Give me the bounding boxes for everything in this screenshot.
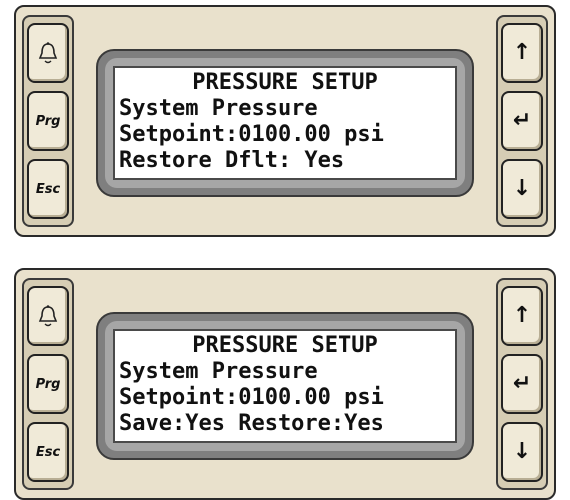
- left-keypad: Prg Esc: [22, 15, 74, 227]
- lcd-line-1: PRESSURE SETUP: [192, 70, 378, 95]
- esc-button[interactable]: Esc: [27, 159, 69, 219]
- down-arrow-icon: ↓: [512, 176, 532, 201]
- prg-button[interactable]: Prg: [27, 91, 69, 151]
- lcd-bezel: PRESSURE SETUP System Pressure Setpoint:…: [96, 312, 474, 460]
- up-arrow-icon: ↑: [512, 40, 532, 65]
- prg-button[interactable]: Prg: [27, 354, 69, 414]
- lcd-line-3: Setpoint:0100.00 psi: [119, 385, 384, 410]
- alarm-button[interactable]: [27, 23, 69, 83]
- esc-label: Esc: [35, 181, 61, 197]
- enter-icon: ↵: [512, 371, 532, 396]
- lcd-line-4: Save:Yes Restore:Yes: [119, 411, 384, 436]
- esc-label: Esc: [35, 444, 61, 460]
- down-button[interactable]: ↓: [501, 422, 543, 482]
- lcd-line-1: PRESSURE SETUP: [192, 333, 378, 358]
- enter-button[interactable]: ↵: [501, 91, 543, 151]
- controller-panel-1: Prg Esc PRESSURE SETUP System Pressure S…: [14, 5, 556, 237]
- lcd-display: PRESSURE SETUP System Pressure Setpoint:…: [113, 329, 457, 443]
- up-arrow-icon: ↑: [512, 303, 532, 328]
- lcd-bezel: PRESSURE SETUP System Pressure Setpoint:…: [96, 49, 474, 197]
- up-button[interactable]: ↑: [501, 286, 543, 346]
- esc-button[interactable]: Esc: [27, 422, 69, 482]
- down-button[interactable]: ↓: [501, 159, 543, 219]
- down-arrow-icon: ↓: [512, 439, 532, 464]
- alarm-button[interactable]: [27, 286, 69, 346]
- lcd-line-2: System Pressure: [119, 359, 318, 384]
- right-keypad: ↑ ↵ ↓: [496, 278, 548, 490]
- prg-label: Prg: [35, 376, 61, 392]
- bell-icon: [37, 304, 59, 328]
- enter-button[interactable]: ↵: [501, 354, 543, 414]
- up-button[interactable]: ↑: [501, 23, 543, 83]
- right-keypad: ↑ ↵ ↓: [496, 15, 548, 227]
- enter-icon: ↵: [512, 108, 532, 133]
- bell-icon: [37, 41, 59, 65]
- lcd-line-3: Setpoint:0100.00 psi: [119, 122, 384, 147]
- controller-panel-2: Prg Esc PRESSURE SETUP System Pressure S…: [14, 268, 556, 500]
- lcd-line-4: Restore Dflt: Yes: [119, 148, 345, 173]
- lcd-display: PRESSURE SETUP System Pressure Setpoint:…: [113, 66, 457, 180]
- lcd-line-2: System Pressure: [119, 96, 318, 121]
- left-keypad: Prg Esc: [22, 278, 74, 490]
- prg-label: Prg: [35, 113, 61, 129]
